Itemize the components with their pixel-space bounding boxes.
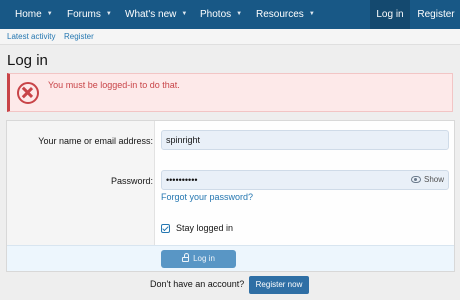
lock-icon xyxy=(182,253,190,262)
signup-prompt: Don't have an account? xyxy=(150,279,245,289)
show-password-toggle[interactable]: Show xyxy=(410,171,444,189)
chevron-down-icon[interactable]: ▼ xyxy=(106,11,112,17)
password-label: Password: xyxy=(110,176,153,186)
nav-resources-label: Resources xyxy=(256,9,304,20)
nav-photos[interactable]: Photos ▼ xyxy=(200,0,242,29)
nav-home-label: Home xyxy=(15,9,42,20)
error-x-icon xyxy=(17,82,39,104)
form-footer: Log in xyxy=(7,245,454,271)
password-input[interactable]: •••••••••• Show xyxy=(161,170,449,190)
nav-login-button[interactable]: Log in xyxy=(370,0,410,29)
page-body: Log in You must be logged-in to do that.… xyxy=(0,45,460,300)
page-title: Log in xyxy=(7,52,48,69)
top-navigation: Home ▼ Forums ▼ What's new ▼ Photos ▼ Resour… xyxy=(0,0,460,29)
sub-navigation: Latest activity Register xyxy=(0,29,460,45)
stay-logged-in-label[interactable]: Stay logged in xyxy=(176,223,233,233)
login-submit-label: Log in xyxy=(193,254,215,263)
register-now-button[interactable]: Register now xyxy=(249,276,309,294)
username-value: spinright xyxy=(166,135,201,145)
signup-row: Don't have an account? Register now xyxy=(0,275,460,295)
nav-forums[interactable]: Forums ▼ xyxy=(67,0,112,29)
chevron-down-icon[interactable]: ▼ xyxy=(181,11,187,17)
error-text: You must be logged-in to do that. xyxy=(48,80,180,90)
nav-whats-new[interactable]: What's new ▼ xyxy=(125,0,187,29)
nav-home[interactable]: Home ▼ xyxy=(15,0,53,29)
show-label: Show xyxy=(423,175,444,184)
stay-logged-in-checkbox[interactable] xyxy=(161,224,170,233)
forgot-password-link[interactable]: Forgot your password? xyxy=(161,192,253,202)
login-submit-button[interactable]: Log in xyxy=(161,250,236,268)
chevron-down-icon[interactable]: ▼ xyxy=(309,11,315,17)
username-label: Your name or email address: xyxy=(38,136,153,146)
latest-activity-link[interactable]: Latest activity xyxy=(7,29,55,45)
password-value: •••••••••• xyxy=(166,175,198,185)
nav-whats-new-label: What's new xyxy=(125,9,177,20)
nav-register-button[interactable]: Register xyxy=(412,0,460,29)
nav-forums-label: Forums xyxy=(67,9,101,20)
eye-icon xyxy=(410,176,421,183)
chevron-down-icon[interactable]: ▼ xyxy=(236,11,242,17)
login-form: Your name or email address: spinright Pa… xyxy=(6,120,455,272)
subnav-register-link[interactable]: Register xyxy=(64,29,94,45)
nav-photos-label: Photos xyxy=(200,9,232,20)
nav-resources[interactable]: Resources ▼ xyxy=(256,0,315,29)
username-input[interactable]: spinright xyxy=(161,130,449,150)
chevron-down-icon[interactable]: ▼ xyxy=(47,11,53,17)
error-message: You must be logged-in to do that. xyxy=(7,73,453,112)
